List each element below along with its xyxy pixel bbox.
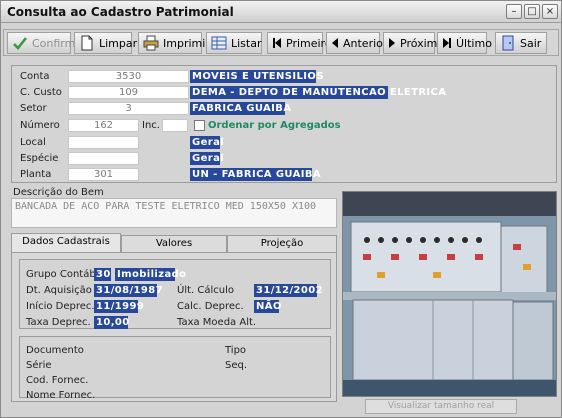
local-description: Geral xyxy=(190,136,225,149)
taxa-deprec-value: 10,00 xyxy=(94,316,130,329)
descricao-textarea[interactable]: BANCADA DE ACO PARA TESTE ELETRICO MED 1… xyxy=(11,198,337,228)
calc-deprec-label: Calc. Deprec. xyxy=(177,301,244,312)
view-full-size-button[interactable]: Visualizar tamanho real xyxy=(365,399,517,414)
especie-label: Espécie xyxy=(20,153,59,164)
tab-valores[interactable]: Valores xyxy=(121,235,227,252)
ordenar-checkbox[interactable] xyxy=(194,120,205,131)
list-label: Listar xyxy=(231,36,262,50)
calc-deprec-value: NÃO xyxy=(254,300,282,313)
close-icon: × xyxy=(545,6,555,17)
next-icon xyxy=(388,35,396,51)
custo-description: DEMA - DEPTO DE MANUTENCAO ELETRICA xyxy=(190,86,447,99)
especie-description: Geral xyxy=(190,152,225,165)
tab-dados-cadastrais[interactable]: Dados Cadastrais xyxy=(11,233,121,252)
custo-label: C. Custo xyxy=(20,87,62,98)
nome-fornec-label: Nome Fornec. xyxy=(26,390,96,401)
tipo-label: Tipo xyxy=(225,345,247,356)
list-icon xyxy=(211,35,227,51)
previous-icon xyxy=(331,35,339,51)
especie-field[interactable] xyxy=(68,152,139,165)
maximize-icon: □ xyxy=(527,6,537,17)
conta-label: Conta xyxy=(20,71,50,82)
aquisicao-value: 31/08/1987 xyxy=(94,284,163,297)
conta-description: MOVEIS E UTENSILIOS xyxy=(190,70,324,83)
ult-calculo-value: 31/12/2002 xyxy=(254,284,323,297)
printer-icon xyxy=(143,35,159,51)
toolbar: Confirmar Limpar Imprimir Listar Primeir… xyxy=(3,29,559,56)
previous-label: Anterior xyxy=(343,36,388,50)
previous-button[interactable]: Anterior xyxy=(326,32,387,54)
local-field[interactable] xyxy=(68,136,139,149)
serie-label: Série xyxy=(26,360,52,371)
close-button[interactable]: × xyxy=(542,4,558,19)
cod-fornec-label: Cod. Fornec. xyxy=(26,375,89,386)
aquisicao-label: Dt. Aquisição xyxy=(26,285,92,296)
clear-button[interactable]: Limpar xyxy=(74,32,137,54)
print-button[interactable]: Imprimir xyxy=(138,32,210,54)
maximize-button[interactable]: □ xyxy=(524,4,540,19)
document-icon xyxy=(79,35,95,51)
documento-label: Documento xyxy=(26,345,84,356)
minimize-icon: – xyxy=(511,6,517,17)
ordenar-label: Ordenar por Agregados xyxy=(208,120,341,131)
exit-door-icon xyxy=(500,35,516,51)
exit-label: Sair xyxy=(520,36,542,50)
setor-label: Setor xyxy=(20,103,47,114)
checkmark-icon xyxy=(12,35,28,51)
asset-photo xyxy=(342,191,557,397)
title-bar: Consulta ao Cadastro Patrimonial – □ × xyxy=(1,1,561,23)
planta-label: Planta xyxy=(20,169,52,180)
setor-description: FABRICA GUAIBA xyxy=(190,102,292,115)
exit-button[interactable]: Sair xyxy=(495,32,547,54)
first-button[interactable]: Primeiro xyxy=(267,32,332,54)
next-button[interactable]: Próximo xyxy=(383,32,444,54)
print-label: Imprimir xyxy=(163,36,210,50)
conta-code-field[interactable]: 3530 xyxy=(68,70,189,83)
custo-code-field[interactable]: 109 xyxy=(68,86,189,99)
grupo-description: Imobilizado xyxy=(115,268,187,281)
setor-code-field[interactable]: 3 xyxy=(68,102,189,115)
inc-field[interactable] xyxy=(162,119,188,132)
confirm-button[interactable]: Confirmar xyxy=(7,32,87,54)
planta-description: UN - FABRICA GUAIBA xyxy=(190,168,322,181)
tab-projecao[interactable]: Projeção xyxy=(227,235,337,252)
local-label: Local xyxy=(20,137,46,148)
first-icon xyxy=(272,35,282,51)
inicio-deprec-value: 11/1999 xyxy=(94,300,145,313)
ult-calculo-label: Últ. Cálculo xyxy=(177,285,234,296)
numero-field[interactable]: 162 xyxy=(68,119,139,132)
inc-label: Inc. xyxy=(142,120,160,131)
list-button[interactable]: Listar xyxy=(206,32,262,54)
inicio-deprec-label: Início Deprec. xyxy=(26,301,95,312)
first-label: Primeiro xyxy=(286,36,332,50)
clear-label: Limpar xyxy=(99,36,138,50)
seq-label: Seq. xyxy=(225,360,248,371)
descricao-label: Descrição do Bem xyxy=(13,187,104,198)
minimize-button[interactable]: – xyxy=(506,4,522,19)
taxa-moeda-label: Taxa Moeda Alt. xyxy=(177,317,257,328)
last-label: Último xyxy=(456,36,492,50)
main-window: Consulta ao Cadastro Patrimonial – □ × C… xyxy=(0,0,562,418)
grupo-code: 30 xyxy=(94,268,111,281)
taxa-deprec-label: Taxa Deprec. xyxy=(26,317,91,328)
last-icon xyxy=(442,35,452,51)
last-button[interactable]: Último xyxy=(437,32,492,54)
numero-label: Número xyxy=(20,120,60,131)
window-title: Consulta ao Cadastro Patrimonial xyxy=(7,5,234,19)
planta-field[interactable]: 301 xyxy=(68,168,139,181)
grupo-label: Grupo Contábil xyxy=(26,269,102,280)
